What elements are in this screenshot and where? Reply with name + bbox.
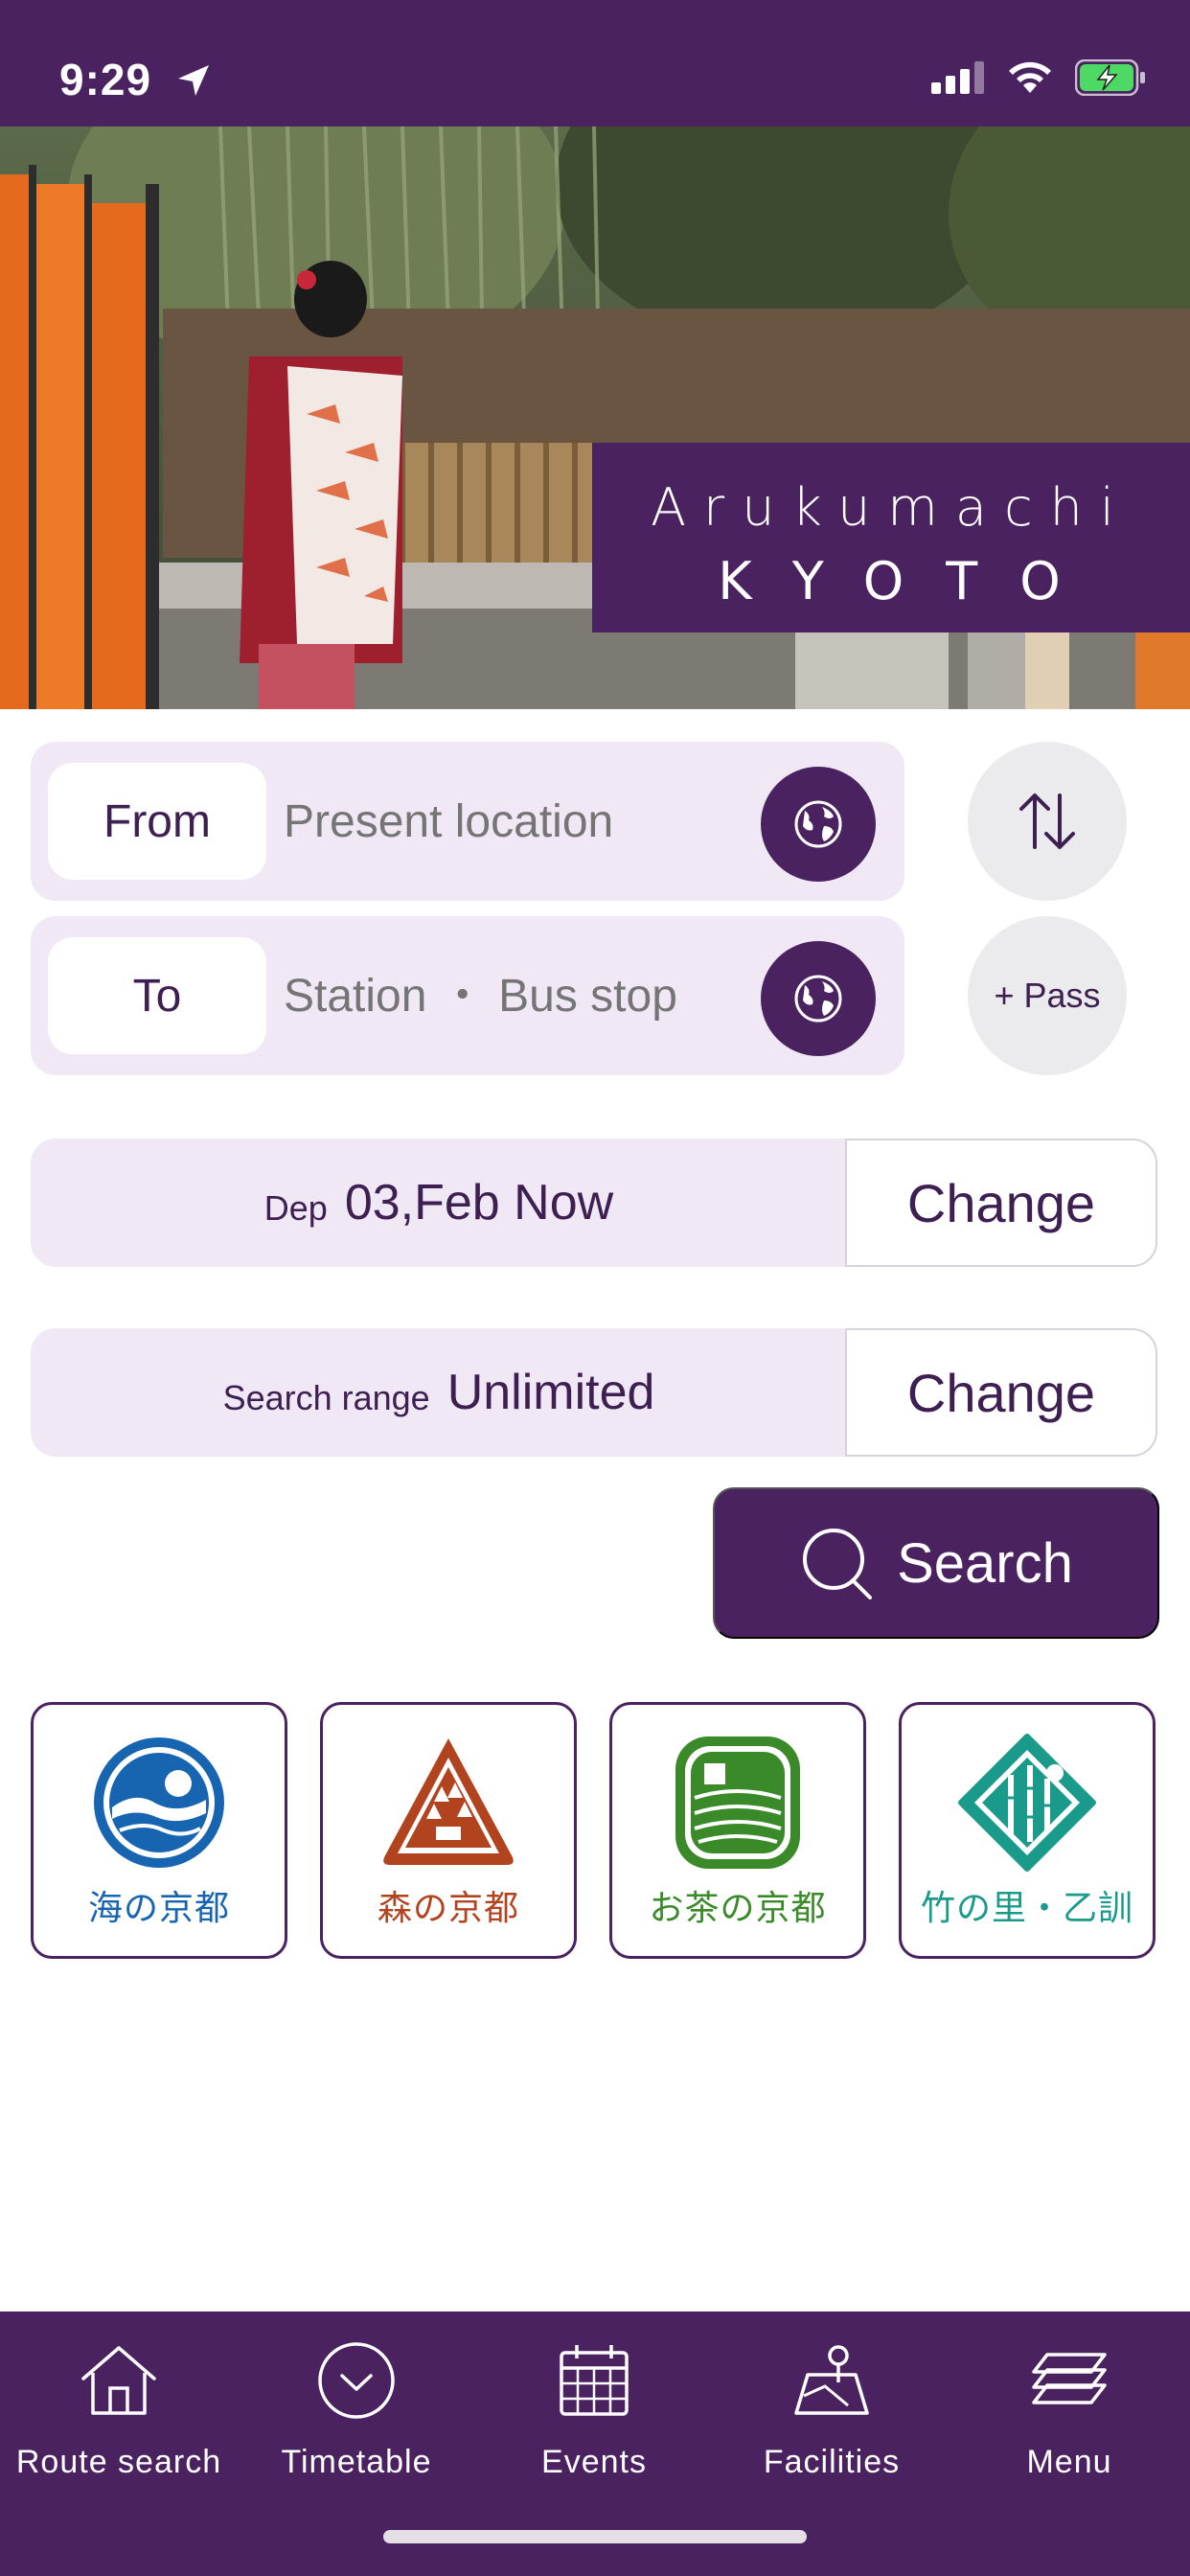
departure-value: 03,Feb Now — [344, 1175, 614, 1230]
add-pass-label: + Pass — [994, 976, 1101, 1015]
area-tiles: 海の京都 森の京都 お茶の京都 竹の里・乙訓 — [31, 1702, 1156, 1959]
area-caption: 海の京都 — [87, 1889, 230, 1928]
to-globe-button[interactable] — [761, 941, 876, 1056]
area-caption: お茶の京都 — [649, 1889, 827, 1928]
battery-charging-icon — [1075, 59, 1145, 96]
change-search-range-button[interactable]: Change — [845, 1328, 1157, 1457]
add-pass-button[interactable]: + Pass — [968, 916, 1127, 1075]
from-globe-button[interactable] — [761, 767, 876, 882]
swap-button[interactable] — [968, 742, 1127, 901]
area-tile-forest-kyoto[interactable]: 森の京都 — [320, 1702, 577, 1959]
area-caption: 竹の里・乙訓 — [920, 1889, 1133, 1928]
tea-kyoto-icon — [675, 1736, 800, 1869]
tab-events[interactable]: Events — [475, 2334, 713, 2497]
swap-arrows-icon — [1019, 794, 1075, 849]
location-arrow-icon — [178, 65, 209, 96]
home-indicator — [383, 2530, 807, 2543]
from-input[interactable] — [284, 780, 763, 862]
calendar-icon — [560, 2345, 629, 2416]
change-departure-button[interactable]: Change — [845, 1138, 1157, 1267]
from-field-row: From — [31, 742, 904, 901]
sea-kyoto-icon — [94, 1737, 224, 1868]
layers-icon — [1032, 2353, 1107, 2404]
search-button-label: Search — [897, 1531, 1073, 1595]
app-title-box: Arukumachi KYOTO — [592, 443, 1190, 632]
tab-label: Menu — [1026, 2444, 1112, 2480]
search-button[interactable]: Search — [713, 1487, 1159, 1639]
map-pin-icon — [794, 2345, 869, 2415]
to-label: To — [48, 937, 266, 1054]
home-icon — [81, 2346, 156, 2415]
forest-kyoto-icon — [383, 1738, 514, 1865]
bamboo-otokuni-icon — [958, 1734, 1096, 1872]
globe-icon — [794, 975, 842, 1023]
to-input[interactable] — [284, 954, 763, 1037]
area-caption: 森の京都 — [377, 1889, 519, 1928]
tab-menu[interactable]: Menu — [950, 2334, 1188, 2497]
to-field-row: To — [31, 916, 904, 1075]
departure-prefix: Dep — [263, 1188, 328, 1228]
status-bar: 9:29 — [0, 0, 1190, 126]
area-tile-tea-kyoto[interactable]: お茶の京都 — [609, 1702, 866, 1959]
tab-label: Route search — [15, 2444, 222, 2480]
from-label: From — [48, 763, 266, 880]
tab-label: Facilities — [763, 2444, 901, 2480]
search-range-prefix: Search range — [222, 1378, 430, 1417]
clock-icon — [318, 2342, 395, 2419]
globe-icon — [794, 800, 842, 848]
area-tile-bamboo-otokuni[interactable]: 竹の里・乙訓 — [899, 1702, 1156, 1959]
departure-row: Dep 03,Feb Now Change — [31, 1138, 1157, 1267]
bottom-tab-bar: Route search Timetable Events Facilities… — [0, 2312, 1190, 2576]
hero-banner: Arukumachi KYOTO — [0, 126, 1190, 709]
search-icon — [803, 1529, 873, 1599]
status-time: 9:29 — [59, 55, 152, 104]
tab-label: Timetable — [281, 2444, 432, 2480]
search-range-display: Search range Unlimited — [31, 1328, 847, 1457]
app-title-line1: Arukumachi — [651, 477, 1132, 538]
signal-icon — [931, 61, 984, 94]
wifi-icon — [1009, 61, 1051, 93]
tab-label: Events — [541, 2444, 647, 2480]
search-range-value: Unlimited — [446, 1365, 655, 1420]
search-range-row: Search range Unlimited Change — [31, 1328, 1157, 1457]
tab-route-search[interactable]: Route search — [0, 2334, 238, 2497]
area-tile-sea-kyoto[interactable]: 海の京都 — [31, 1702, 287, 1959]
tab-facilities[interactable]: Facilities — [713, 2334, 950, 2497]
app-title-line2: KYOTO — [718, 551, 1103, 611]
departure-display: Dep 03,Feb Now — [31, 1138, 847, 1267]
tab-timetable[interactable]: Timetable — [238, 2334, 475, 2497]
